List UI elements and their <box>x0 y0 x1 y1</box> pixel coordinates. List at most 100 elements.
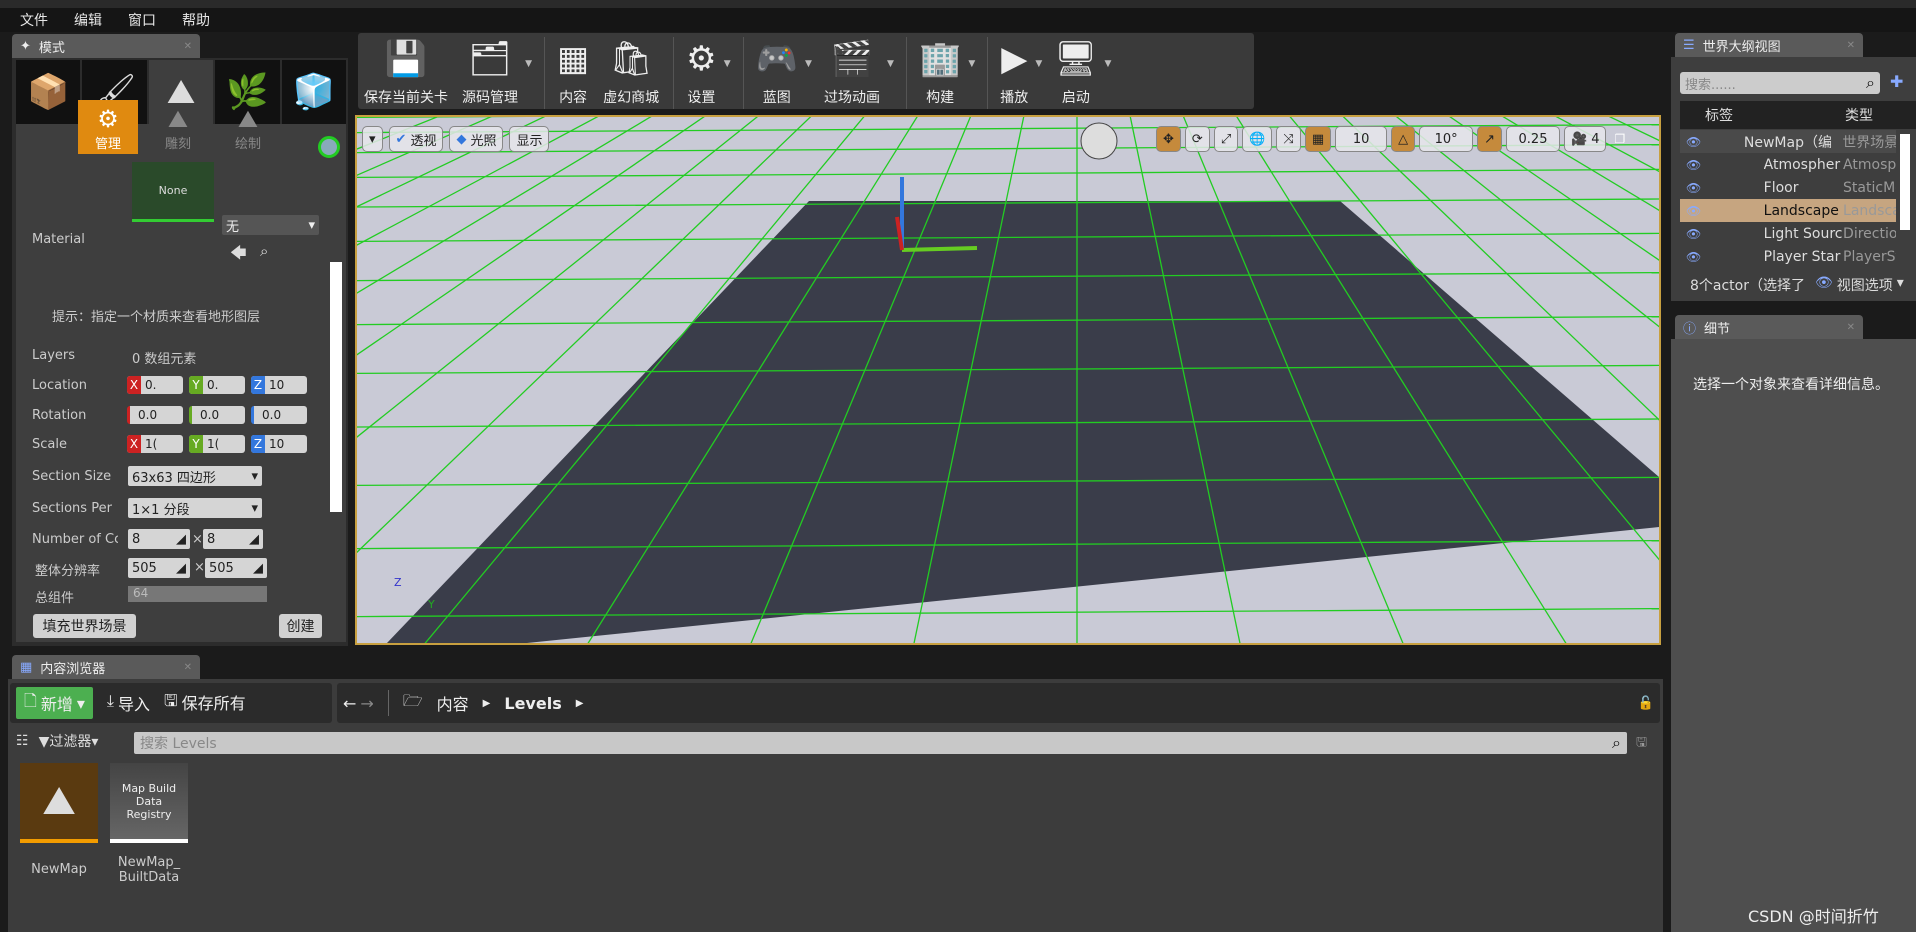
eye-icon[interactable]: 👁 <box>1686 181 1704 195</box>
chevron-down-icon[interactable]: ▼ <box>1035 59 1042 69</box>
save-search-icon[interactable]: 🖫 <box>1636 733 1647 755</box>
world-local-toggle[interactable]: 🌐 <box>1242 126 1273 152</box>
scale-y[interactable]: Y 1( <box>189 435 245 453</box>
back-arrow-icon[interactable]: ← <box>343 694 356 713</box>
perspective-button[interactable]: ✔ 透视 <box>388 126 444 152</box>
eye-icon[interactable]: 👁 <box>1686 204 1704 218</box>
chevron-down-icon[interactable]: ▼ <box>525 59 532 69</box>
show-button[interactable]: 显示 <box>509 126 550 152</box>
resolution-x[interactable]: 505 ◢ <box>128 558 190 578</box>
use-selected-arrow-icon[interactable]: 🡄 <box>230 242 247 269</box>
maximize-viewport-icon[interactable]: ❐ <box>1614 132 1625 146</box>
grid-snap-toggle[interactable]: ▦ <box>1304 126 1332 152</box>
asset-newmap-thumb[interactable]: ⛰ <box>20 763 98 843</box>
sources-toggle-icon[interactable]: ☷ <box>16 733 29 749</box>
eye-icon[interactable]: 👁 <box>1686 227 1704 241</box>
rotate-tool[interactable]: ⟳ <box>1184 126 1210 152</box>
rotation-y[interactable]: 0.0 <box>189 406 245 424</box>
material-thumbnail[interactable]: None <box>132 162 214 222</box>
translate-tool[interactable]: ✥ <box>1156 126 1181 152</box>
save-all-button[interactable]: 🖫 保存所有 <box>164 690 246 717</box>
content-search[interactable]: 搜索 Levels ⌕ <box>134 732 1627 754</box>
close-icon[interactable]: ✕ <box>184 662 192 673</box>
outliner-search[interactable]: 搜索...... ⌕ <box>1680 72 1880 94</box>
sculpt-tool[interactable]: ⛰ 雕刻 <box>148 100 208 154</box>
location-z[interactable]: Z 10 <box>251 376 307 394</box>
manage-tool[interactable]: ⚙ 管理 <box>78 100 138 154</box>
chevron-down-icon[interactable]: ▼ <box>968 59 975 69</box>
col-type[interactable]: 类型 <box>1845 105 1873 125</box>
location-y[interactable]: Y 0. <box>189 376 245 394</box>
tab-modes[interactable]: ✦ 模式 ✕ <box>12 34 200 58</box>
chevron-down-icon[interactable]: ▼ <box>887 59 894 69</box>
place-mode-tab[interactable]: 📦 <box>16 60 81 124</box>
path-content[interactable]: 内容 <box>437 691 469 715</box>
close-icon[interactable]: ✕ <box>184 41 192 52</box>
rotation-snap-value[interactable]: 10° <box>1419 126 1474 152</box>
toolbar-button[interactable]: 💾 保存当前关卡 <box>358 37 454 107</box>
menu-help[interactable]: 帮助 <box>182 10 210 30</box>
scale-x[interactable]: X 1( <box>127 435 183 453</box>
new-button[interactable]: 🗋 新增 ▾ <box>16 687 93 719</box>
create-button[interactable]: 创建 <box>279 614 322 638</box>
asset-builtdata-thumb[interactable]: Map Build Data Registry <box>110 763 188 843</box>
scale-snap-toggle[interactable]: ↗ <box>1477 126 1503 152</box>
toolbar-button[interactable]: 🎮 蓝图 ▼ <box>750 37 812 107</box>
resolution-y[interactable]: 505 ◢ <box>205 558 267 578</box>
tab-world-outliner[interactable]: ☰ 世界大纲视图 ✕ <box>1675 33 1863 57</box>
eye-icon[interactable]: 👁 <box>1686 158 1704 172</box>
material-combo[interactable]: 无 ▾ <box>222 215 319 235</box>
menu-file[interactable]: 文件 <box>20 10 48 30</box>
browse-search-icon[interactable]: ⌕ <box>260 242 268 260</box>
scale-z[interactable]: Z 10 <box>251 435 307 453</box>
scale-snap-value[interactable]: 0.25 <box>1506 126 1561 152</box>
toolbar-button[interactable]: 🖥 启动 ▼ <box>1048 37 1111 107</box>
rotation-z[interactable]: 0.0 <box>251 406 307 424</box>
view-options-button[interactable]: 👁 视图选项 ▾ <box>1815 275 1904 295</box>
col-label[interactable]: 标签 <box>1705 105 1845 125</box>
forward-arrow-icon[interactable]: → <box>360 694 373 713</box>
sections-per-combo[interactable]: 1×1 分段 ▾ <box>128 498 262 518</box>
outliner-row[interactable]: 👁 Player Star PlayerSt <box>1680 245 1896 268</box>
level-viewport[interactable] <box>355 115 1661 645</box>
add-folder-icon[interactable]: ✚ <box>1890 72 1903 91</box>
camera-speed-button[interactable]: 🎥 4 <box>1564 126 1607 152</box>
outliner-scrollbar[interactable] <box>1900 134 1910 230</box>
menu-window[interactable]: 窗口 <box>128 10 156 30</box>
num-components-y[interactable]: 8 ◢ <box>203 529 263 549</box>
toolbar-button[interactable]: ▦ 内容 <box>551 37 595 107</box>
geometry-mode-tab[interactable]: 🧊 <box>281 60 347 124</box>
path-levels[interactable]: Levels <box>504 694 561 713</box>
chevron-down-icon[interactable]: ▼ <box>724 59 731 69</box>
outliner-row[interactable]: 👁 Atmospher Atmospl <box>1680 153 1896 176</box>
section-size-combo[interactable]: 63x63 四边形 ▾ <box>128 466 262 486</box>
eye-icon[interactable]: 👁 <box>1686 135 1704 149</box>
viewport-options-button[interactable]: ▾ <box>362 126 383 152</box>
location-x[interactable]: X 0. <box>127 376 183 394</box>
lighting-button[interactable]: ◆ 光照 <box>449 126 504 152</box>
rotation-snap-toggle[interactable]: △ <box>1391 126 1416 152</box>
scale-tool[interactable]: ⤢ <box>1213 126 1239 152</box>
toolbar-button[interactable]: 🗂 源码管理 ▼ <box>456 37 532 107</box>
import-button[interactable]: ⤓ 导入 <box>107 691 150 715</box>
toolbar-button[interactable]: 🏢 构建 ▼ <box>913 37 975 107</box>
surface-snap-button[interactable]: ⤨ <box>1276 126 1301 152</box>
fill-world-button[interactable]: 填充世界场景 <box>33 614 136 638</box>
outliner-row[interactable]: 👁 Landscape Landsca <box>1680 199 1896 222</box>
toolbar-button[interactable]: 🎬 过场动画 ▼ <box>818 37 894 107</box>
chevron-down-icon[interactable]: ▼ <box>805 59 812 69</box>
grid-snap-value[interactable]: 10 <box>1335 126 1388 152</box>
close-icon[interactable]: ✕ <box>1847 322 1855 333</box>
outliner-row[interactable]: 👁FloorStaticMe <box>1680 176 1896 199</box>
eye-icon[interactable]: 👁 <box>1686 250 1704 264</box>
outliner-row[interactable]: 👁 NewMap（编 世界场景 <box>1680 130 1896 153</box>
close-icon[interactable]: ✕ <box>1847 40 1855 51</box>
outliner-row[interactable]: 👁Light SourcDirectior <box>1680 222 1896 245</box>
num-components-x[interactable]: 8 ◢ <box>128 529 190 549</box>
toolbar-button[interactable]: ⚙ 设置 ▼ <box>680 37 730 107</box>
menu-edit[interactable]: 编辑 <box>74 10 102 30</box>
chevron-down-icon[interactable]: ▼ <box>1105 59 1112 69</box>
tab-content-browser[interactable]: ▦ 内容浏览器 ✕ <box>12 655 200 679</box>
paint-tool[interactable]: ⛰ 绘制 <box>218 100 278 154</box>
rotation-x[interactable]: 0.0 <box>127 406 183 424</box>
